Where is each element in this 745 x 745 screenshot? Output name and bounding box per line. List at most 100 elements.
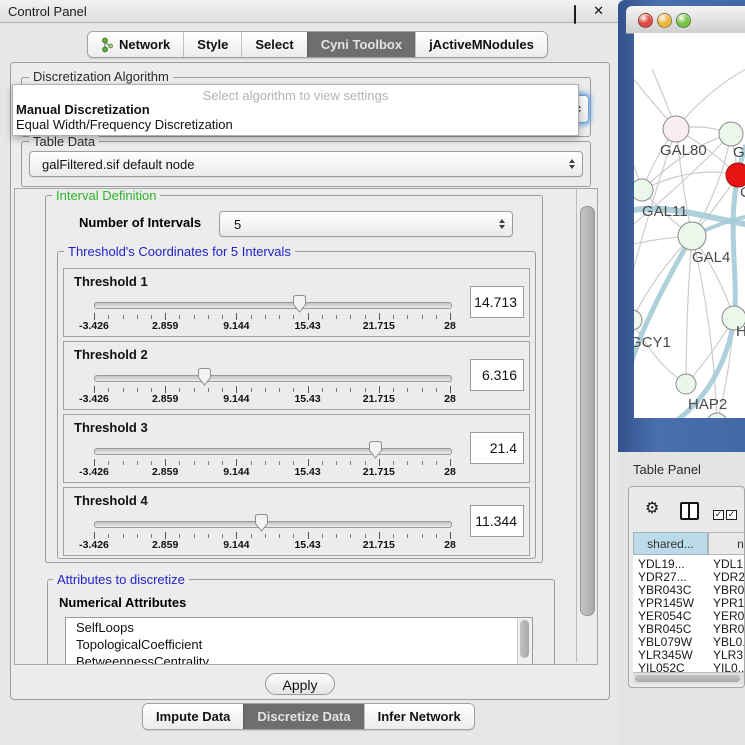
thresholds-group-title: Threshold's Coordinates for 5 Intervals [64, 244, 295, 259]
tab-impute-data[interactable]: Impute Data [143, 704, 243, 729]
tick-mark [308, 532, 309, 539]
tick-mark [94, 313, 95, 320]
attribute-item-betweennesscentrality[interactable]: BetweennessCentrality [66, 652, 532, 665]
vertical-scrollbar[interactable] [576, 189, 597, 662]
network-canvas[interactable]: GAL80GCGAL11GAL4GCY1HHAP2 [634, 33, 745, 418]
network-node-gal80[interactable] [663, 116, 689, 142]
close-icon[interactable]: ✕ [593, 3, 604, 19]
dropdown-option-equal-width-frequency-discretization[interactable]: Equal Width/Frequency Discretization [16, 117, 233, 132]
tick-mark [322, 315, 323, 319]
tick-mark [265, 461, 266, 465]
tick-mark [194, 461, 195, 465]
tick-mark [179, 534, 180, 538]
node-label: GAL80 [660, 142, 707, 159]
tick-mark [279, 461, 280, 465]
tab-discretize-data[interactable]: Discretize Data [243, 704, 363, 729]
attributes-group-title: Attributes to discretize [53, 572, 189, 587]
tick-mark [279, 534, 280, 538]
table-data-combobox[interactable]: galFiltered.sif default node [29, 151, 583, 177]
tick-label: 9.144 [210, 466, 262, 478]
threshold-value-field[interactable]: 6.316 [470, 359, 524, 391]
numerical-attributes-list[interactable]: SelfLoopsTopologicalCoefficientBetweenne… [65, 617, 533, 665]
tick-label: 2.859 [139, 539, 191, 551]
dropdown-option-manual-discretization[interactable]: Manual Discretization [16, 102, 150, 117]
apply-button[interactable]: Apply [265, 673, 335, 695]
slider-track[interactable] [94, 302, 452, 309]
tick-mark [365, 461, 366, 465]
attribute-item-selfloops[interactable]: SelfLoops [66, 618, 532, 635]
tick-mark [123, 461, 124, 465]
list-scrollbar-thumb[interactable] [520, 620, 529, 658]
combo-spinner-icon [569, 159, 575, 169]
tab-label: Network [119, 37, 170, 52]
checkbox-icon[interactable]: ✓ [726, 510, 737, 520]
tab-style[interactable]: Style [183, 32, 241, 57]
number-of-intervals-combobox[interactable]: 5 [219, 211, 513, 237]
network-node-gal4[interactable] [678, 222, 706, 250]
list-scrollbar[interactable] [517, 618, 532, 665]
table-data-combobox-value: galFiltered.sif default node [30, 157, 194, 172]
network-node-g[interactable] [719, 122, 743, 146]
table-row[interactable]: YIL052CYIL0... [633, 662, 744, 672]
horizontal-scrollbar-thumb[interactable] [635, 675, 740, 682]
tick-mark [94, 532, 95, 539]
float-button[interactable] [574, 6, 584, 16]
tick-mark [350, 315, 351, 319]
vertical-scrollbar-thumb[interactable] [580, 206, 595, 616]
network-node-hap2[interactable] [676, 374, 696, 394]
tick-label: 9.144 [210, 539, 262, 551]
tick-mark [208, 388, 209, 392]
threshold-value-field[interactable]: 11.344 [470, 505, 524, 537]
tick-mark [336, 388, 337, 392]
number-of-intervals-label: Number of Intervals [75, 215, 205, 230]
horizontal-scrollbar[interactable] [633, 672, 744, 684]
node-label: GCY1 [634, 334, 671, 351]
tab-jactivemnodules[interactable]: jActiveMNodules [415, 32, 547, 57]
tick-mark [422, 534, 423, 538]
checkbox-icon[interactable]: ✓ [713, 510, 724, 520]
tick-mark [222, 388, 223, 392]
slider-track[interactable] [94, 448, 452, 455]
tick-mark [450, 313, 451, 320]
network-node-gal11[interactable] [634, 179, 653, 201]
tick-mark [151, 315, 152, 319]
tick-label: 21.715 [353, 466, 405, 478]
split-columns-icon[interactable] [680, 502, 699, 520]
node-label: G [733, 144, 745, 161]
tab-infer-network[interactable]: Infer Network [364, 704, 474, 729]
attribute-item-topologicalcoefficient[interactable]: TopologicalCoefficient [66, 635, 532, 652]
network-edge [676, 69, 745, 129]
column-header-shared[interactable]: shared... [633, 532, 708, 555]
tick-mark [393, 534, 394, 538]
threshold-value-field[interactable]: 21.4 [470, 432, 524, 464]
threshold-4-panel: Threshold 4-3.4262.8599.14415.4321.71528… [63, 487, 530, 556]
tick-mark [393, 461, 394, 465]
mac-minimize-icon[interactable] [657, 13, 672, 28]
tick-mark [265, 315, 266, 319]
node-table[interactable]: shared...n... YDL19...YDL1...YDR27...YDR… [633, 532, 744, 672]
tick-mark [236, 459, 237, 466]
threshold-value-field[interactable]: 14.713 [470, 286, 524, 318]
tick-mark [108, 534, 109, 538]
tab-label: Impute Data [156, 709, 230, 724]
table-panel: ⚙ ✓ ✓ shared...n... YDL19...YDL1...YDR27… [628, 486, 745, 688]
tick-mark [379, 532, 380, 539]
tick-label: 28 [424, 393, 476, 405]
tab-cyni-toolbox[interactable]: Cyni Toolbox [307, 32, 415, 57]
tick-label: 21.715 [353, 393, 405, 405]
node-label: HAP2 [688, 396, 727, 413]
mac-close-icon[interactable] [638, 13, 653, 28]
mac-zoom-icon[interactable] [676, 13, 691, 28]
network-node-gcy1[interactable] [634, 310, 642, 330]
tick-mark [308, 459, 309, 466]
tick-mark [179, 461, 180, 465]
tab-select[interactable]: Select [241, 32, 306, 57]
slider-track[interactable] [94, 375, 452, 382]
tick-mark [336, 315, 337, 319]
network-node[interactable] [707, 413, 727, 418]
gear-icon[interactable]: ⚙ [645, 500, 659, 516]
slider-track[interactable] [94, 521, 452, 528]
tick-label: -3.426 [68, 466, 120, 478]
column-header-n[interactable]: n... [708, 532, 744, 555]
tab-network[interactable]: Network [88, 32, 183, 57]
